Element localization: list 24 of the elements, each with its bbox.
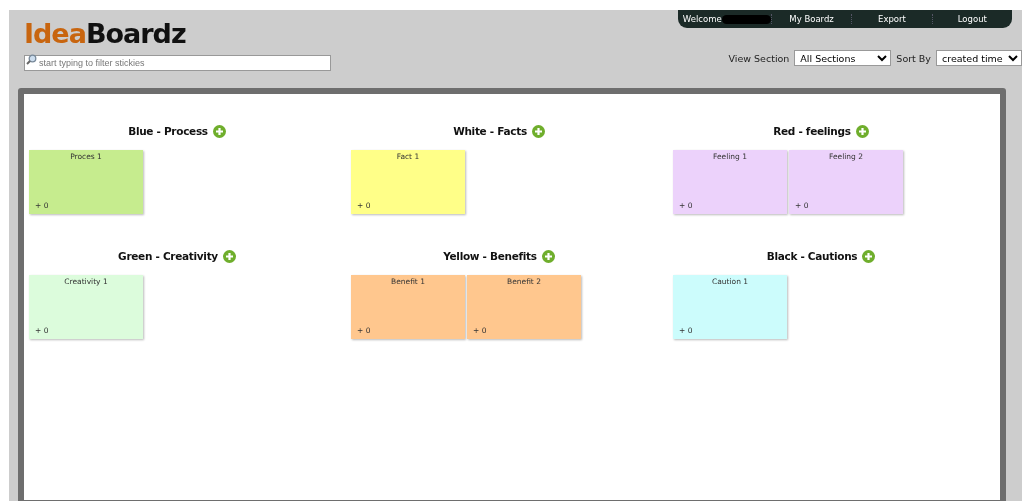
add-icon[interactable] (531, 124, 545, 138)
view-section-dropdown[interactable]: All Sections (794, 50, 892, 66)
section-title: Blue - Process (128, 125, 208, 137)
section-title: Yellow - Benefits (443, 250, 537, 262)
filter-field[interactable]: start typing to filter stickies (24, 55, 331, 71)
search-icon (26, 54, 37, 65)
section-title: Red - feelings (773, 125, 851, 137)
nav-link[interactable]: Export (851, 14, 932, 24)
welcome-text: Welcome (681, 14, 723, 24)
add-icon[interactable] (541, 249, 555, 263)
sort-by-label: Sort By (896, 52, 931, 64)
sort-by-dropdown[interactable]: created time (936, 50, 1022, 66)
section-title: Green - Creativity (118, 250, 218, 262)
add-icon[interactable] (862, 249, 876, 263)
add-icon[interactable] (855, 124, 869, 138)
section-title: Black - Cautions (766, 250, 858, 262)
nav-link[interactable]: My Boardz (770, 14, 852, 24)
nav-link[interactable]: Logout (931, 14, 1012, 24)
section-title: White - Facts (453, 125, 527, 137)
view-section-label: View Section (728, 52, 790, 64)
add-icon[interactable] (222, 249, 236, 263)
redaction-mark (722, 14, 771, 24)
add-icon[interactable] (212, 124, 226, 138)
logo: IdeaBoardz (24, 20, 186, 48)
